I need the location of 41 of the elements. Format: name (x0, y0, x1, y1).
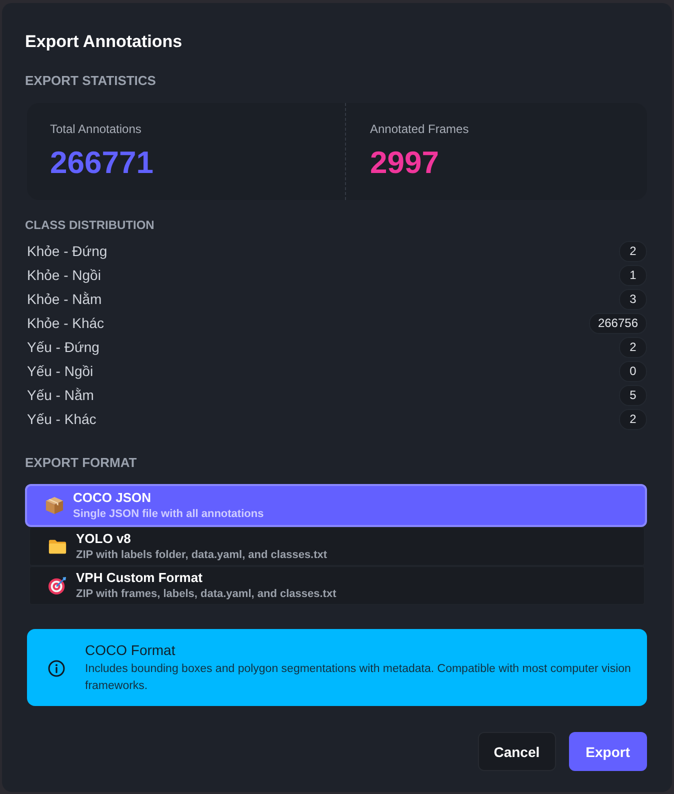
cancel-button[interactable]: Cancel (478, 732, 556, 771)
stat-label: Total Annotations (50, 121, 142, 137)
package-box-icon (45, 496, 64, 515)
export-button[interactable]: Export (568, 732, 647, 771)
count-badge: 2 (619, 240, 647, 262)
class-name: Yếu - Khác (27, 411, 96, 427)
section-heading: EXPORT STATISTICS (25, 72, 157, 90)
count-badge: 3 (619, 288, 647, 310)
class-name: Khỏe - Nằm (27, 291, 102, 307)
format-name: YOLO v8 (76, 530, 132, 547)
format-description: ZIP with labels folder, data.yaml, and classes.txt (76, 548, 328, 563)
info-title: COCO Format (85, 641, 176, 659)
class-name: Khỏe - Ngồi (27, 267, 101, 283)
format-name: VPH Custom Format (76, 569, 204, 586)
stat-value: 2997 (370, 145, 439, 181)
info-text: Includes bounding boxes and polygon segmentations with metadata. Compatible with most computer vision frameworks. (85, 662, 632, 694)
class-name: Khỏe - Đứng (27, 243, 108, 259)
format-name: COCO JSON (73, 489, 152, 506)
class-name: Yếu - Đứng (27, 339, 100, 355)
format-option[interactable]: COCO JSON Single JSON file with all annotations (25, 484, 647, 527)
count-badge: 2 (619, 408, 647, 430)
count-badge: 1 (619, 264, 647, 286)
count-badge: 2 (619, 336, 647, 358)
count-badge: 5 (619, 384, 647, 406)
class-name: Khỏe - Khác (27, 315, 104, 331)
section-heading: CLASS DISTRIBUTION (25, 217, 156, 234)
info-icon (48, 660, 65, 676)
folder-icon (48, 537, 67, 556)
class-name: Yếu - Nằm (27, 387, 94, 403)
stat-label: Annotated Frames (370, 121, 469, 137)
format-option[interactable]: YOLO v8 ZIP with labels folder, data.yaml, and classes.txt (29, 527, 645, 566)
dart-target-icon (48, 576, 67, 595)
dialog-title: Export Annotations (25, 31, 184, 53)
section-heading: EXPORT FORMAT (25, 454, 138, 472)
class-name: Yếu - Ngồi (27, 363, 94, 379)
format-option[interactable]: VPH Custom Format ZIP with frames, labels, data.yaml, and classes.txt (29, 566, 645, 605)
count-badge: 0 (619, 360, 647, 382)
format-description: ZIP with frames, labels, data.yaml, and classes.txt (76, 587, 336, 602)
format-description: Single JSON file with all annotations (73, 507, 264, 522)
stat-value: 266771 (50, 145, 154, 181)
count-badge: 266756 (588, 312, 647, 334)
